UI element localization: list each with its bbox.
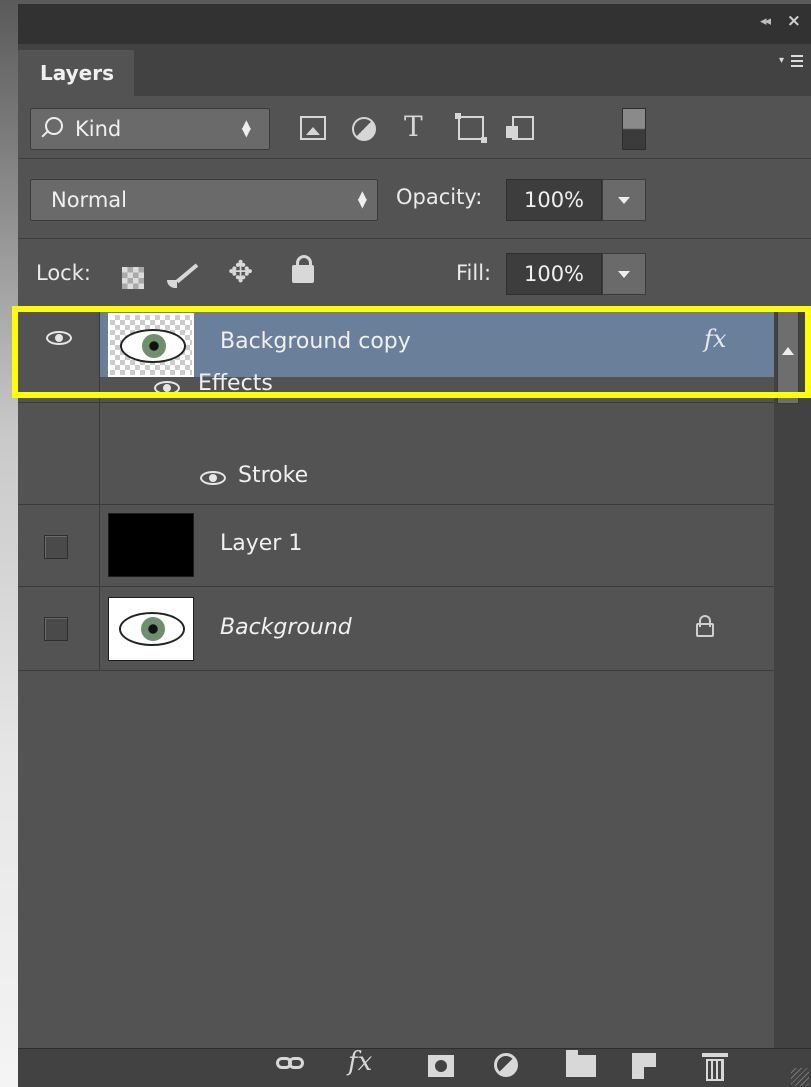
lock-icon xyxy=(696,615,714,637)
layers-panel: ◂◂ × Layers ▾ Kind ▲ ▼ T Normal ▲ ▼ Opacit… xyxy=(18,4,811,1087)
layer-row-background[interactable]: Background xyxy=(18,587,774,671)
eye-icon[interactable] xyxy=(154,381,180,395)
panel-footer: fx xyxy=(18,1047,811,1087)
type-filter-icon[interactable]: T xyxy=(404,110,423,143)
fill-dropdown-button[interactable] xyxy=(602,253,646,295)
layer-row-layer-1[interactable]: Layer 1 xyxy=(18,505,774,587)
layer-thumbnail xyxy=(108,597,194,661)
visibility-toggle-box[interactable] xyxy=(44,617,68,641)
smart-object-filter-icon[interactable] xyxy=(506,116,534,140)
pixel-filter-icon[interactable] xyxy=(300,116,326,140)
blend-mode-select[interactable]: Normal ▲ ▼ xyxy=(30,179,378,221)
filter-toggle-icon[interactable] xyxy=(622,108,646,150)
blend-mode-label: Normal xyxy=(51,188,127,212)
visibility-column xyxy=(18,505,100,586)
kind-label: Kind xyxy=(75,117,122,141)
adjustment-layer-icon[interactable] xyxy=(494,1053,518,1077)
layers-list: Background copy fx Effects Stroke Layer … xyxy=(18,308,774,1049)
delete-icon[interactable] xyxy=(702,1051,728,1081)
layer-row-background-copy[interactable]: Background copy fx Effects xyxy=(18,309,774,403)
panel-titlebar: ◂◂ × xyxy=(18,4,811,44)
layer-name[interactable]: Background copy xyxy=(220,329,411,354)
eye-logo-thumbnail-icon xyxy=(120,329,186,363)
fill-label: Fill: xyxy=(456,261,492,285)
resize-grip-icon[interactable] xyxy=(791,1068,809,1086)
search-icon xyxy=(45,117,63,135)
visibility-column xyxy=(18,403,100,504)
visibility-column xyxy=(18,309,100,402)
fill-input[interactable]: 100% xyxy=(506,253,602,295)
scrollbar-track[interactable] xyxy=(774,308,811,1048)
add-style-icon[interactable]: fx xyxy=(348,1047,372,1077)
shape-filter-icon[interactable] xyxy=(455,113,487,143)
lock-transparent-icon[interactable] xyxy=(122,267,144,289)
layer-thumbnail xyxy=(108,513,194,577)
updown-arrows-icon: ▲ ▼ xyxy=(241,117,251,139)
layer-name[interactable]: Layer 1 xyxy=(220,531,302,556)
group-icon[interactable] xyxy=(566,1050,596,1077)
effects-label: Effects xyxy=(198,371,273,396)
close-icon[interactable]: × xyxy=(787,11,801,31)
panel-menu-icon[interactable]: ▾ xyxy=(779,52,803,72)
eye-icon[interactable] xyxy=(46,331,72,345)
link-layers-icon[interactable] xyxy=(276,1055,306,1071)
layer-thumbnail xyxy=(108,313,194,377)
collapse-icon[interactable]: ◂◂ xyxy=(760,14,771,29)
eye-logo-thumbnail-icon xyxy=(119,612,185,646)
fx-icon[interactable]: fx xyxy=(704,325,726,353)
visibility-column xyxy=(18,587,100,670)
visibility-toggle-box[interactable] xyxy=(44,535,68,559)
opacity-dropdown-button[interactable] xyxy=(602,179,646,221)
lock-brush-icon[interactable] xyxy=(163,261,197,291)
lock-position-icon[interactable]: ✥ xyxy=(228,255,253,290)
filter-row: Kind ▲ ▼ T xyxy=(18,96,811,158)
blend-row: Normal ▲ ▼ Opacity: 100% xyxy=(18,158,811,239)
scroll-up-arrow-icon[interactable] xyxy=(777,308,799,404)
opacity-label: Opacity: xyxy=(396,185,483,209)
selected-row-background xyxy=(100,309,774,377)
tab-layers[interactable]: Layers xyxy=(18,50,134,96)
new-layer-icon[interactable] xyxy=(632,1053,656,1079)
opacity-input[interactable]: 100% xyxy=(506,179,602,221)
layer-row-stroke[interactable]: Stroke xyxy=(18,403,774,505)
layer-name[interactable]: Background xyxy=(220,615,352,640)
add-mask-icon[interactable] xyxy=(428,1055,454,1077)
eye-icon[interactable] xyxy=(200,471,226,485)
lock-label: Lock: xyxy=(36,261,91,285)
kind-filter-select[interactable]: Kind ▲ ▼ xyxy=(30,108,270,150)
tab-bar: Layers ▾ xyxy=(18,44,811,96)
adjustment-filter-icon[interactable] xyxy=(352,117,376,141)
effect-name-stroke: Stroke xyxy=(238,463,309,488)
updown-arrows-icon: ▲ ▼ xyxy=(357,188,367,210)
lock-row: Lock: ✥ Fill: 100% xyxy=(18,238,811,309)
lock-all-icon[interactable] xyxy=(292,255,314,283)
